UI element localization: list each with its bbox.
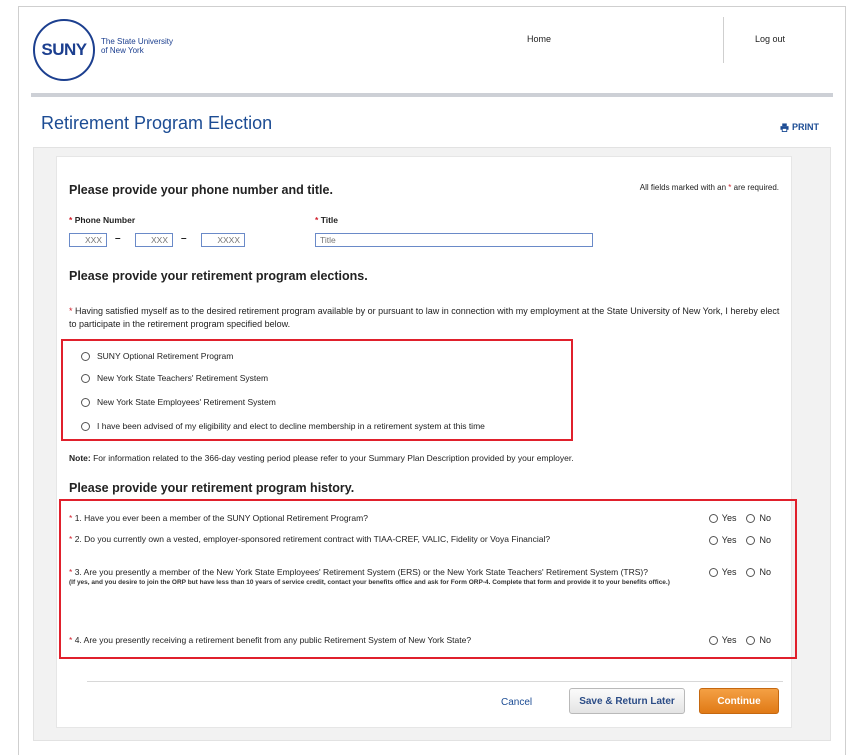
suny-logo[interactable]: SUNY <box>33 19 95 81</box>
form-container: Please provide your phone number and tit… <box>33 147 831 741</box>
phone-dash: – <box>181 233 187 244</box>
history-question-1-choices[interactable]: Yes No <box>708 513 771 523</box>
phone-section-heading: Please provide your phone number and tit… <box>69 183 333 197</box>
required-fields-note: All fields marked with an * are required… <box>640 183 779 192</box>
no-label: No <box>759 513 771 523</box>
phone-prefix-input[interactable] <box>135 233 173 247</box>
vesting-note: Note: For information related to the 366… <box>69 453 574 463</box>
continue-button[interactable]: Continue <box>699 688 779 714</box>
yes-radio[interactable] <box>708 567 718 577</box>
history-question-4-choices[interactable]: Yes No <box>708 635 771 645</box>
history-section-heading: Please provide your retirement program h… <box>69 481 355 495</box>
yes-radio[interactable] <box>708 635 718 645</box>
logo-subtitle: The State University of New York <box>101 37 173 55</box>
election-option-decline[interactable]: I have been advised of my eligibility an… <box>81 421 485 431</box>
yes-label: Yes <box>721 635 737 645</box>
yes-radio[interactable] <box>708 535 718 545</box>
site-header: SUNY The State University of New York Ho… <box>19 7 845 93</box>
print-label: PRINT <box>792 122 819 132</box>
note-label: Note: <box>69 453 91 463</box>
history-question-2: * 2. Do you currently own a vested, empl… <box>69 534 551 544</box>
note-text: For information related to the 366-day v… <box>93 453 574 463</box>
history-question-3-subnote: (If yes, and you desire to join the ORP … <box>69 579 670 586</box>
history-question-3-choices[interactable]: Yes No <box>708 567 771 577</box>
print-button[interactable]: PRINT <box>780 122 819 132</box>
no-radio[interactable] <box>746 535 756 545</box>
history-question-3: * 3. Are you presently a member of the N… <box>69 567 689 588</box>
title-label: * Title <box>315 215 339 225</box>
cancel-link[interactable]: Cancel <box>501 697 532 708</box>
required-note-star: * <box>728 183 732 192</box>
history-question-1: * 1. Have you ever been a member of the … <box>69 513 368 523</box>
election-statement: * Having satisfied myself as to the desi… <box>69 306 780 329</box>
form-card: Please provide your phone number and tit… <box>56 156 797 728</box>
yes-radio[interactable] <box>708 513 718 523</box>
phone-number-label: * Phone Number <box>69 215 136 225</box>
yes-label: Yes <box>721 567 737 577</box>
save-return-later-button[interactable]: Save & Return Later <box>569 688 685 714</box>
no-radio[interactable] <box>746 567 756 577</box>
no-radio[interactable] <box>746 635 756 645</box>
nav-home-link[interactable]: Home <box>527 34 551 44</box>
nav-logout-link[interactable]: Log out <box>755 34 785 44</box>
no-label: No <box>759 635 771 645</box>
no-label: No <box>759 567 771 577</box>
phone-area-code-input[interactable] <box>69 233 107 247</box>
yes-label: Yes <box>721 535 737 545</box>
logo-subtitle-line-2: of New York <box>101 46 144 55</box>
printer-icon <box>780 122 789 132</box>
elections-section-heading: Please provide your retirement program e… <box>69 269 368 283</box>
radio-button[interactable] <box>81 351 90 361</box>
page-title: Retirement Program Election <box>41 113 273 133</box>
required-note-suffix: are required. <box>733 183 779 192</box>
logo-word: SUNY <box>41 40 87 59</box>
no-label: No <box>759 535 771 545</box>
title-input[interactable] <box>315 233 593 247</box>
footer-divider <box>87 681 783 682</box>
radio-button[interactable] <box>81 373 90 383</box>
history-question-2-choices[interactable]: Yes No <box>708 535 771 545</box>
required-note-prefix: All fields marked with an <box>639 183 727 192</box>
election-option-nystrs[interactable]: New York State Teachers' Retirement Syst… <box>81 373 268 383</box>
history-question-4: * 4. Are you presently receiving a retir… <box>69 635 472 645</box>
election-option-nysers[interactable]: New York State Employees' Retirement Sys… <box>81 397 276 407</box>
phone-line-input[interactable] <box>201 233 245 247</box>
nav-divider <box>723 17 724 63</box>
radio-button[interactable] <box>81 421 90 431</box>
page-frame: SUNY The State University of New York Ho… <box>18 6 846 755</box>
logo-subtitle-line-1: The State University <box>101 37 174 46</box>
no-radio[interactable] <box>746 513 756 523</box>
yes-label: Yes <box>721 513 737 523</box>
header-divider <box>31 93 833 97</box>
radio-button[interactable] <box>81 397 90 407</box>
election-option-suny-orp[interactable]: SUNY Optional Retirement Program <box>81 351 233 361</box>
phone-dash: – <box>115 233 121 244</box>
